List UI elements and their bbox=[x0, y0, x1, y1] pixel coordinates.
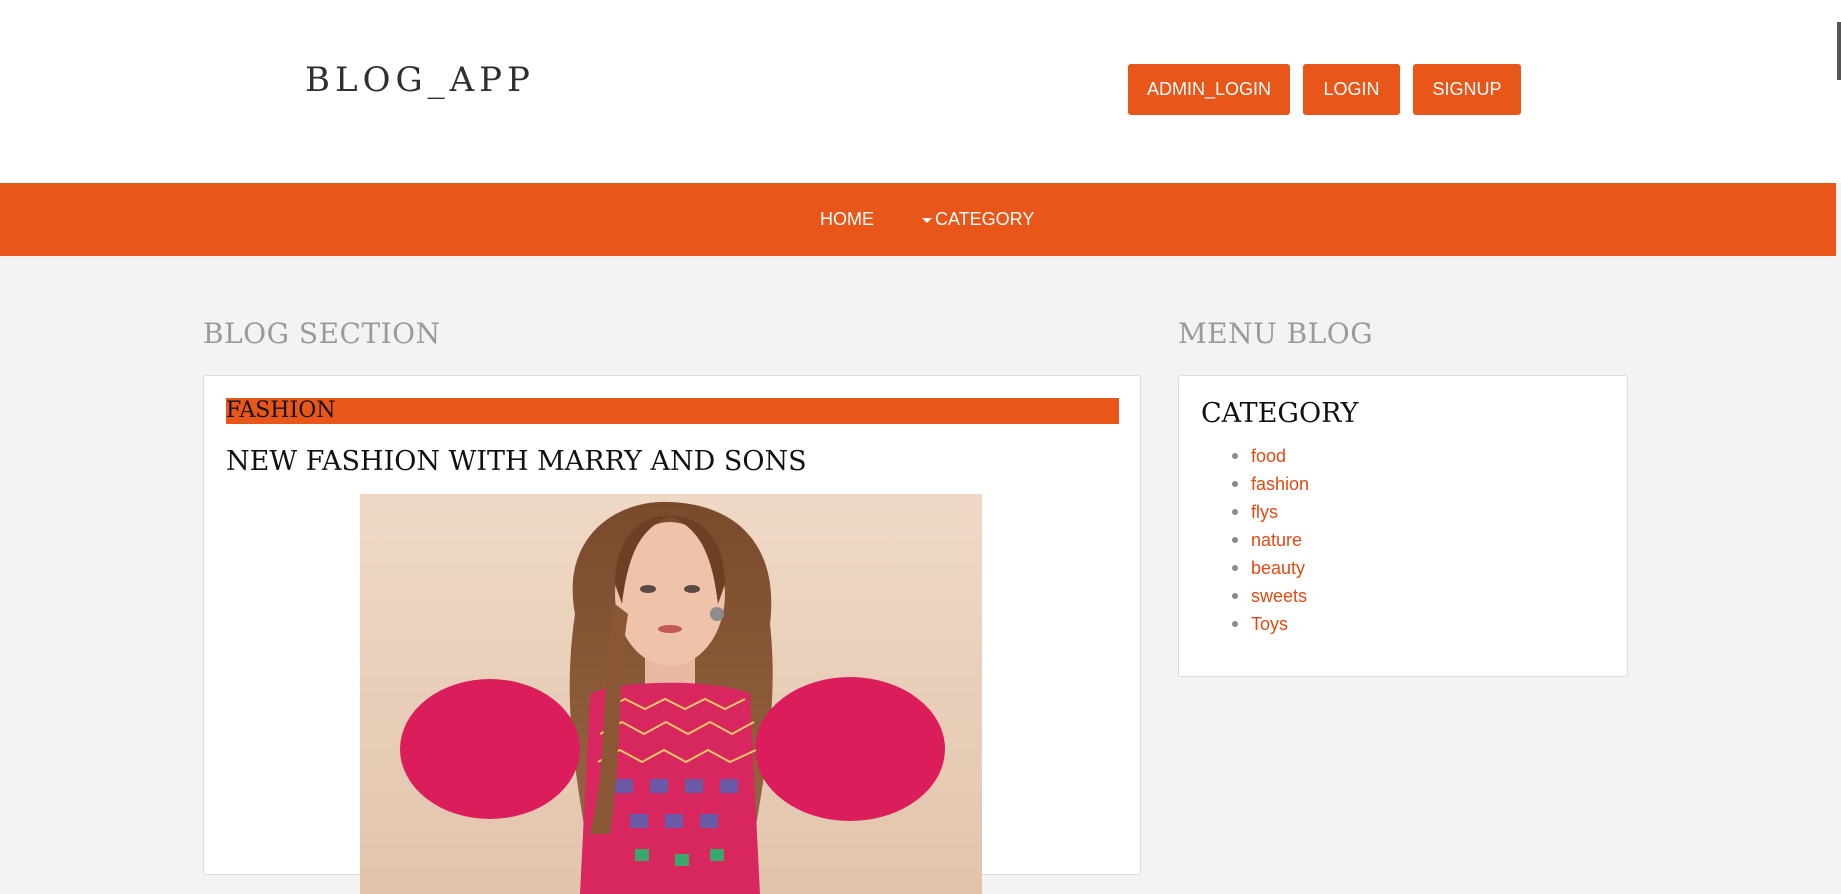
category-link-toys[interactable]: Toys bbox=[1251, 614, 1288, 634]
nav-category-label: CATEGORY bbox=[935, 209, 1035, 229]
list-item: fashion bbox=[1231, 470, 1309, 498]
category-link-fashion[interactable]: fashion bbox=[1251, 474, 1309, 494]
category-title: CATEGORY bbox=[1201, 398, 1359, 429]
scrollbar[interactable] bbox=[1837, 22, 1841, 80]
category-link-nature[interactable]: nature bbox=[1251, 530, 1302, 550]
blog-post-card: FASHION NEW FASHION WITH MARRY AND SONS bbox=[203, 375, 1141, 894]
nav-category-dropdown[interactable]: CATEGORY bbox=[922, 209, 1034, 230]
nav-home[interactable]: HOME bbox=[820, 209, 874, 230]
menu-blog-card: CATEGORY food fashion flys nature beauty… bbox=[1178, 375, 1628, 677]
list-item: beauty bbox=[1231, 554, 1309, 582]
post-image[interactable] bbox=[360, 494, 982, 894]
category-link-food[interactable]: food bbox=[1251, 446, 1286, 466]
login-button[interactable]: LOGIN bbox=[1303, 64, 1400, 115]
blog-section-heading: BLOG SECTION bbox=[203, 317, 441, 350]
nav-home-label: HOME bbox=[820, 209, 874, 229]
admin-login-button[interactable]: ADMIN_LOGIN bbox=[1128, 64, 1290, 115]
list-item: food bbox=[1231, 442, 1309, 470]
category-link-beauty[interactable]: beauty bbox=[1251, 558, 1305, 578]
list-item: sweets bbox=[1231, 582, 1309, 610]
category-list: food fashion flys nature beauty sweets T… bbox=[1201, 442, 1309, 638]
nav-items: HOME CATEGORY bbox=[820, 183, 1034, 256]
category-link-sweets[interactable]: sweets bbox=[1251, 586, 1307, 606]
caret-down-icon bbox=[922, 217, 932, 223]
auth-buttons: ADMIN_LOGIN LOGIN SIGNUP bbox=[1128, 64, 1521, 115]
menu-blog-heading: MENU BLOG bbox=[1178, 317, 1374, 350]
site-header: BLOG_APP ADMIN_LOGIN LOGIN SIGNUP bbox=[0, 0, 1841, 183]
post-title[interactable]: NEW FASHION WITH MARRY AND SONS bbox=[226, 446, 807, 477]
signup-button[interactable]: SIGNUP bbox=[1413, 64, 1521, 115]
category-link-flys[interactable]: flys bbox=[1251, 502, 1278, 522]
list-item: flys bbox=[1231, 498, 1309, 526]
list-item: nature bbox=[1231, 526, 1309, 554]
fashion-model-photo bbox=[360, 494, 982, 894]
brand-logo[interactable]: BLOG_APP bbox=[305, 60, 535, 100]
post-category-tag[interactable]: FASHION bbox=[226, 398, 1119, 424]
list-item: Toys bbox=[1231, 610, 1309, 638]
main-navbar: HOME CATEGORY bbox=[0, 183, 1836, 256]
